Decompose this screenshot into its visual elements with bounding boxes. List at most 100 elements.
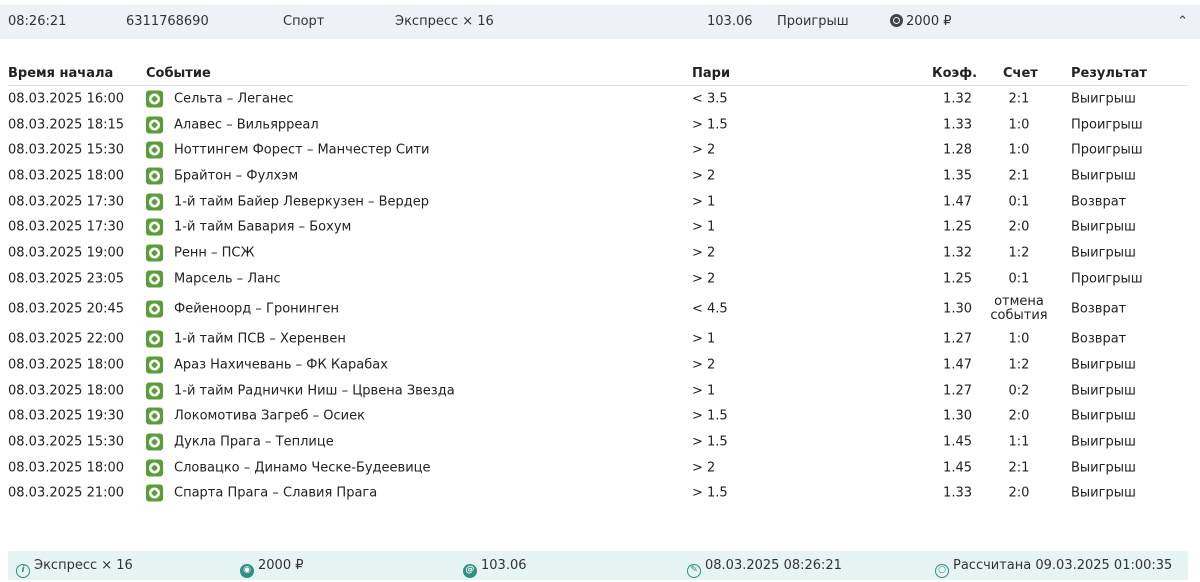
cell-start: 08.03.2025 18:00 (8, 168, 125, 184)
footer-stake-value: 2000 ₽ (258, 558, 304, 573)
table-row: 08.03.2025 18:00 Словацко – Динамо Ческе-… (0, 455, 1200, 481)
cell-bet: > 1 (692, 331, 716, 347)
table-row: 08.03.2025 18:00 1-й тайм Раднички Ниш – … (0, 378, 1200, 404)
football-icon (146, 407, 163, 425)
header-event: Событие (146, 66, 211, 81)
cell-event: 1-й тайм Бавария – Бохум (174, 219, 352, 235)
cell-start: 08.03.2025 15:30 (8, 434, 125, 450)
table-row: 08.03.2025 19:00 Ренн – ПСЖ > 2 1.32 1:2 Выиг… (0, 240, 1200, 266)
cell-coef: 1.47 (943, 194, 972, 210)
cell-bet: > 2 (692, 142, 716, 158)
cell-event: Фейеноорд – Гронинген (174, 301, 339, 317)
cell-bet: > 1.5 (692, 117, 728, 133)
cell-score: 2:0 (1008, 219, 1030, 235)
cell-score: 2:0 (1008, 408, 1030, 424)
cell-bet: > 1 (692, 383, 716, 399)
cell-score: 1:0 (1008, 142, 1030, 158)
cell-result: Возврат (1071, 331, 1127, 347)
cell-event: Араз Нахичевань – ФК Карабах (174, 357, 388, 373)
cell-coef: 1.27 (943, 331, 972, 347)
cell-event: Спарта Прага – Славия Прага (174, 485, 378, 501)
cell-start: 08.03.2025 18:00 (8, 460, 125, 476)
football-icon (146, 356, 163, 374)
cell-coef: 1.47 (943, 357, 972, 373)
cell-score: 2:0 (1008, 485, 1030, 501)
cell-coef: 1.35 (943, 168, 972, 184)
table-row: 08.03.2025 17:30 1-й тайм Байер Леверкузе… (0, 189, 1200, 215)
edit-icon: ✎ (687, 564, 701, 578)
cell-event: Брайтон – Фулхэм (174, 168, 299, 184)
football-icon (146, 218, 163, 236)
cell-start: 08.03.2025 23:05 (8, 271, 125, 287)
header-result: Результат (1071, 66, 1147, 81)
cell-result: Выигрыш (1071, 219, 1136, 235)
cell-start: 08.03.2025 16:00 (8, 91, 125, 107)
football-icon (146, 167, 163, 185)
footer-coef: @103.06 (463, 558, 527, 578)
cell-result: Выигрыш (1071, 434, 1136, 450)
table-row: 08.03.2025 18:00 Араз Нахичевань – ФК Кар… (0, 352, 1200, 378)
football-icon (146, 90, 163, 108)
table-row: 08.03.2025 22:00 1-й тайм ПСВ – Херенвен >… (0, 327, 1200, 353)
cell-bet: < 4.5 (692, 301, 728, 317)
bet-summary-bar[interactable]: 08:26:21 6311768690 Спорт Экспресс × 16 … (0, 5, 1200, 39)
chevron-up-icon[interactable]: ⌃ (1177, 14, 1188, 29)
cell-event: Ноттингем Форест – Манчестер Сити (174, 142, 430, 158)
cell-result: Выигрыш (1071, 245, 1136, 261)
bet-coef: 103.06 (707, 14, 753, 29)
cell-result: Проигрыш (1071, 117, 1143, 133)
footer-coef-value: 103.06 (481, 558, 527, 573)
table-row: 08.03.2025 17:30 1-й тайм Бавария – Бохум… (0, 214, 1200, 240)
table-header: Время начала Событие Пари Коэф. Счет Рез… (0, 66, 1200, 84)
footer-stake: ◉ 2000 ₽ (240, 558, 304, 578)
cell-score: 0:1 (1008, 194, 1030, 210)
football-icon (146, 141, 163, 159)
cell-result: Выигрыш (1071, 485, 1136, 501)
cell-event: Алавес – Вильярреал (174, 117, 319, 133)
bet-type: Экспресс × 16 (395, 14, 494, 29)
football-icon (146, 484, 163, 502)
bet-stake: 2000 ₽ (890, 14, 952, 29)
cell-bet: > 2 (692, 245, 716, 261)
cell-event: Сельта – Леганес (174, 91, 294, 107)
football-icon (146, 382, 163, 400)
cell-result: Проигрыш (1071, 271, 1143, 287)
cell-score: 1:2 (1008, 357, 1030, 373)
cell-bet: > 1 (692, 194, 716, 210)
cell-start: 08.03.2025 21:00 (8, 485, 125, 501)
table-row: 08.03.2025 18:15 Алавес – Вильярреал > 1.5… (0, 112, 1200, 138)
cell-score: 0:2 (1008, 383, 1030, 399)
cell-coef: 1.45 (943, 434, 972, 450)
header-start: Время начала (8, 66, 114, 81)
cell-start: 08.03.2025 20:45 (8, 301, 125, 317)
cell-start: 08.03.2025 18:00 (8, 357, 125, 373)
cell-bet: > 2 (692, 460, 716, 476)
footer-settled: ○ Рассчитана 09.03.2025 01:00:35 (935, 558, 1172, 578)
cell-bet: > 1.5 (692, 434, 728, 450)
cell-score: 1:2 (1008, 245, 1030, 261)
cell-score: 2:1 (1008, 91, 1030, 107)
cell-result: Выигрыш (1071, 91, 1136, 107)
cell-coef: 1.33 (943, 485, 972, 501)
table-row: 08.03.2025 16:00 Сельта – Леганес < 3.5 1.3… (0, 86, 1200, 112)
cell-event: 1-й тайм Байер Леверкузен – Вердер (174, 194, 429, 210)
cell-start: 08.03.2025 22:00 (8, 331, 125, 347)
cell-coef: 1.27 (943, 383, 972, 399)
table-row: 08.03.2025 19:30 Локомотива Загреб – Осие… (0, 404, 1200, 430)
coin-icon: ◉ (240, 564, 254, 578)
cell-bet: > 2 (692, 271, 716, 287)
cell-bet: < 3.5 (692, 91, 728, 107)
footer-type-value: Экспресс × 16 (34, 558, 133, 573)
footer-created: ✎ 08.03.2025 08:26:21 (687, 558, 842, 578)
cell-bet: > 1.5 (692, 485, 728, 501)
cell-score: 0:1 (1008, 271, 1030, 287)
bet-time: 08:26:21 (8, 14, 67, 29)
cell-start: 08.03.2025 18:15 (8, 117, 125, 133)
footer-settled-value: Рассчитана 09.03.2025 01:00:35 (953, 558, 1173, 573)
cell-coef: 1.25 (943, 219, 972, 235)
football-icon (146, 433, 163, 451)
cell-result: Выигрыш (1071, 357, 1136, 373)
events-table: 08.03.2025 16:00 Сельта – Леганес < 3.5 1.3… (0, 86, 1200, 506)
football-icon (146, 459, 163, 477)
footer-created-value: 08.03.2025 08:26:21 (705, 558, 842, 573)
